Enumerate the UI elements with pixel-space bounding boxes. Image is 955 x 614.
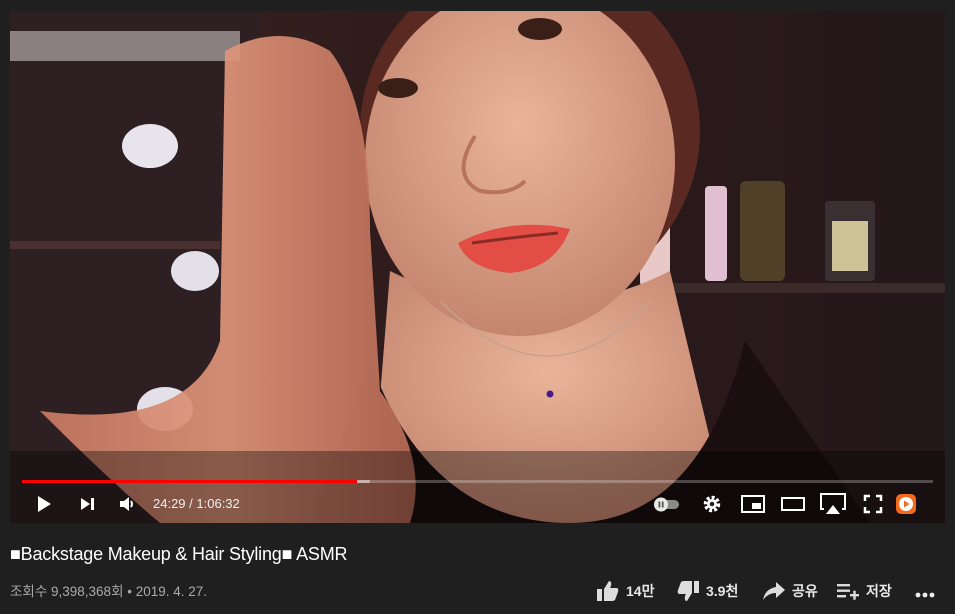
video-title: ■Backstage Makeup & Hair Styling■ ASMR <box>10 544 348 564</box>
dislike-count: 3.9천 <box>706 583 739 599</box>
video-meta: 조회수 9,398,368회 • 2019. 4. 27. <box>10 580 207 600</box>
next-button[interactable] <box>74 485 102 523</box>
video-frame[interactable] <box>10 11 945 523</box>
extension-play-icon <box>896 494 916 514</box>
current-time: 24:29 <box>153 496 186 511</box>
view-count: 조회수 9,398,368회 <box>10 584 124 599</box>
gear-icon <box>703 495 721 513</box>
more-horizontal-icon <box>915 592 935 598</box>
play-icon <box>38 496 51 512</box>
meta-separator: • <box>123 584 136 599</box>
duration: 1:06:32 <box>196 496 240 511</box>
airplay-button[interactable] <box>818 485 848 523</box>
played-bar <box>22 480 358 483</box>
autoplay-toggle[interactable] <box>652 485 682 523</box>
fullscreen-button[interactable] <box>860 485 886 523</box>
like-count: 14만 <box>626 583 655 599</box>
airplay-icon <box>820 493 846 514</box>
video-player[interactable]: 24:29 / 1:06:32 <box>10 11 945 523</box>
miniplayer-button[interactable] <box>738 485 768 523</box>
next-icon <box>81 498 94 510</box>
more-actions-button[interactable] <box>914 578 938 604</box>
autoplay-toggle-icon <box>654 497 679 512</box>
save-label: 저장 <box>866 583 892 599</box>
fullscreen-icon <box>863 494 883 514</box>
player-controls: 24:29 / 1:06:32 <box>10 485 945 523</box>
miniplayer-icon <box>741 495 765 513</box>
time-separator: / <box>185 496 197 511</box>
dislike-button[interactable]: 3.9천 <box>676 578 738 604</box>
thumbs-up-icon <box>597 581 619 601</box>
volume-button[interactable] <box>114 485 142 523</box>
theater-mode-button[interactable] <box>778 485 808 523</box>
share-button[interactable]: 공유 <box>762 578 818 604</box>
save-button[interactable]: 저장 <box>836 578 892 604</box>
playlist-add-icon <box>837 584 859 600</box>
volume-icon <box>120 497 133 511</box>
play-button[interactable] <box>30 485 58 523</box>
share-label: 공유 <box>792 583 818 599</box>
extension-button[interactable] <box>894 485 918 523</box>
theater-mode-icon <box>781 497 805 511</box>
like-button[interactable]: 14만 <box>596 578 654 604</box>
upload-date: 2019. 4. 27. <box>135 584 208 599</box>
share-icon <box>763 582 785 600</box>
thumbs-down-icon <box>677 581 699 601</box>
time-display: 24:29 / 1:06:32 <box>153 485 240 523</box>
progress-bar[interactable] <box>22 480 933 483</box>
settings-button[interactable] <box>698 485 726 523</box>
